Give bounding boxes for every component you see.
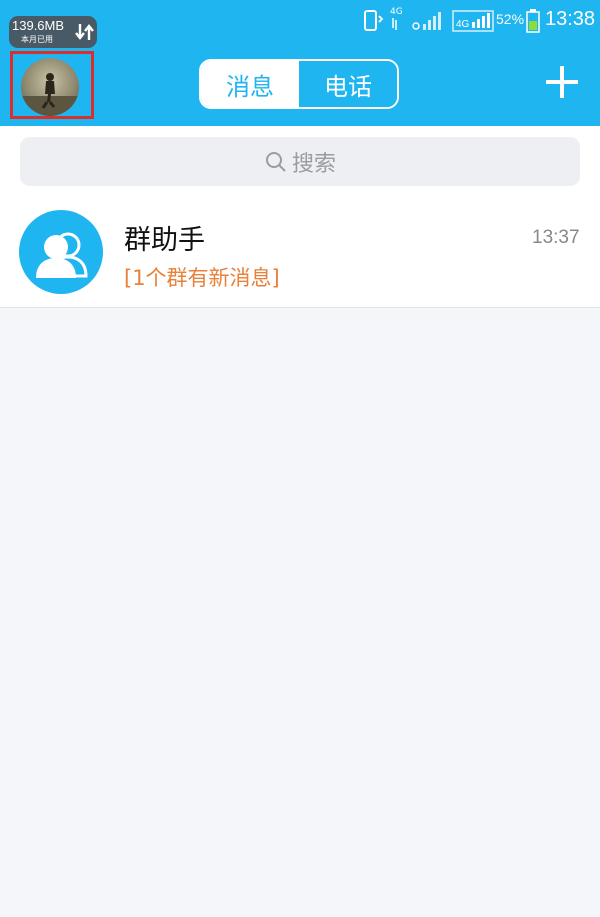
plus-icon[interactable] — [546, 66, 578, 98]
search-icon — [265, 151, 286, 172]
tab-messages[interactable]: 消息 — [201, 61, 299, 107]
search-input[interactable]: 搜索 — [20, 137, 580, 186]
conversation-name: 群助手 — [124, 225, 205, 256]
signal-weak-icon — [412, 12, 441, 30]
tab-calls[interactable]: 电话 — [299, 61, 397, 107]
conversation-time: 13:37 — [532, 227, 580, 248]
tab-switcher: 消息 电话 — [199, 59, 399, 109]
signal-4g-icon: 4G — [452, 10, 494, 32]
conversation-row[interactable]: 群助手 [1个群有新消息] 13:37 — [0, 196, 600, 308]
group-icon — [19, 210, 103, 294]
network-type: 4G — [390, 7, 403, 17]
phone-vibrate-icon — [364, 10, 384, 31]
data-transfer-icon — [75, 24, 94, 40]
status-time: 13:38 — [545, 8, 596, 30]
data-usage-amount: 139.6MB — [12, 18, 65, 33]
search-bar: 搜索 — [0, 126, 600, 196]
status-icons: 4G 4G 52% 13:38 — [362, 7, 595, 34]
search-placeholder: 搜索 — [291, 151, 336, 177]
battery-icon — [526, 9, 540, 33]
avatar-image — [21, 73, 79, 116]
battery-percent: 52% — [496, 11, 525, 27]
profile-avatar[interactable] — [21, 58, 79, 116]
profile-avatar-highlight[interactable] — [10, 51, 94, 119]
data-usage-label: 本月已用 — [21, 35, 53, 44]
data-arrows-icon — [392, 18, 397, 30]
svg-text:4G: 4G — [456, 19, 470, 30]
conversation-preview: [1个群有新消息] — [124, 266, 280, 290]
data-usage-widget[interactable]: 139.6MB 本月已用 — [9, 16, 97, 48]
top-bar: 139.6MB 本月已用 4G 4G 52% 13:38 消息 电话 — [0, 0, 600, 126]
